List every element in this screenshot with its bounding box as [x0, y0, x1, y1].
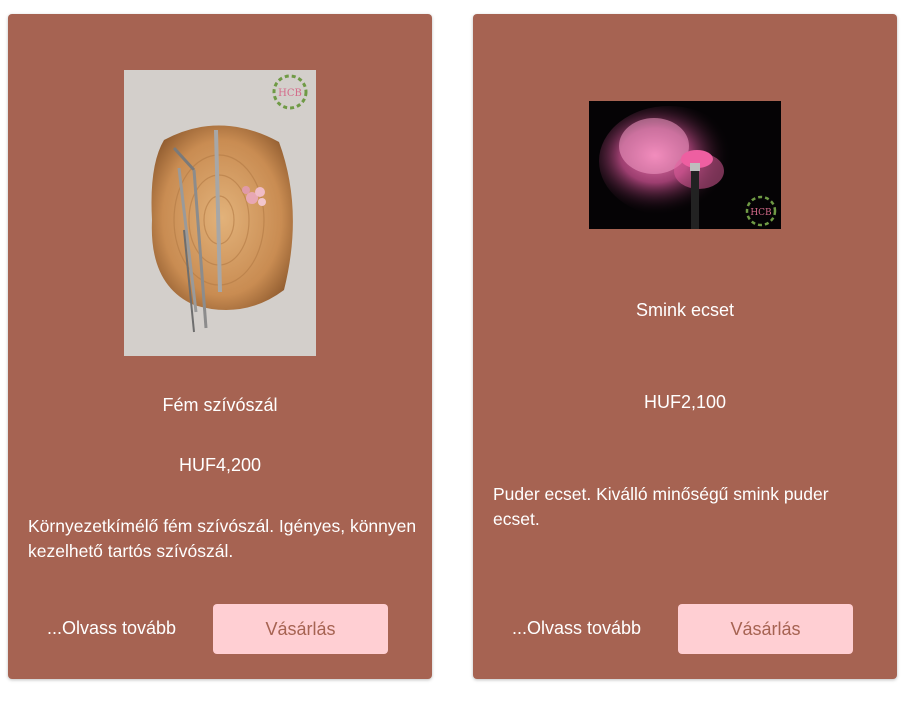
svg-text:HCB: HCB [750, 208, 772, 218]
product-card: HCB Smink ecset HUF2,100 Puder ecset. Ki… [473, 14, 897, 679]
buy-button[interactable]: Vásárlás [213, 604, 388, 654]
product-card: HCB Fém szívószál HUF4,200 Környezetkímé… [8, 14, 432, 679]
product-title[interactable]: Smink ecset [473, 300, 897, 321]
product-price: HUF2,100 [643, 392, 727, 412]
product-image-makeup-brush[interactable]: HCB [589, 101, 781, 229]
makeup-brush-photo: HCB [589, 101, 781, 229]
read-more-link[interactable]: ...Olvass tovább [512, 618, 641, 639]
product-description: Környezetkímélő fém szívószál. Igényes, … [28, 516, 417, 561]
svg-text:HCB: HCB [278, 88, 302, 99]
metal-straws-photo: HCB [124, 70, 316, 356]
product-image-metal-straws[interactable]: HCB [124, 70, 316, 356]
product-description: Puder ecset. Kiválló minőségű smink pude… [493, 484, 829, 529]
buy-button[interactable]: Vásárlás [678, 604, 853, 654]
read-more-link[interactable]: ...Olvass tovább [47, 618, 176, 639]
product-price: HUF4,200 [178, 455, 262, 475]
product-title[interactable]: Fém szívószál [8, 395, 432, 416]
